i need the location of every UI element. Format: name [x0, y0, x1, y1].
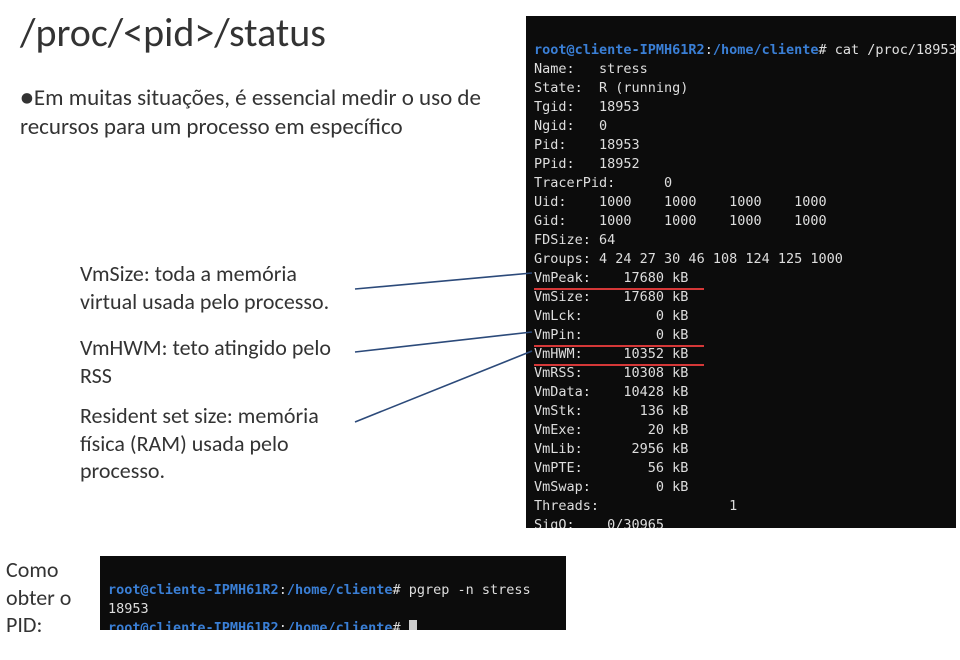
- term1-line: Ngid: 0: [534, 117, 948, 136]
- term1-line: VmSize: 17680 kB: [534, 288, 948, 307]
- term1-line: Name: stress: [534, 60, 948, 79]
- redline-vmrss: [534, 364, 704, 366]
- rss-label: Resident set size: memória física (RAM) …: [80, 402, 360, 485]
- term1-line: PPid: 18952: [534, 155, 948, 174]
- term1-line: Threads: 1: [534, 497, 948, 516]
- term1-line: VmStk: 136 kB: [534, 402, 948, 421]
- term2-line3: root@cliente-IPMH61R2:/home/cliente#: [108, 620, 417, 630]
- terminal-pgrep: root@cliente-IPMH61R2:/home/cliente# pgr…: [100, 556, 566, 630]
- term2-line1: root@cliente-IPMH61R2:/home/cliente# pgr…: [108, 582, 531, 598]
- redline-vmhwm: [534, 345, 704, 347]
- terminal-status: root@cliente-IPMH61R2:/home/cliente# cat…: [526, 16, 956, 528]
- term1-line: VmHWM: 10352 kB: [534, 345, 948, 364]
- term1-line: Tgid: 18953: [534, 98, 948, 117]
- intro-text: ●Em muitas situações, é essencial medir …: [20, 84, 500, 142]
- term1-line: VmPin: 0 kB: [534, 326, 948, 345]
- term1-line: VmExe: 20 kB: [534, 421, 948, 440]
- vmsize-label: VmSize: toda a memória virtual usada pel…: [80, 260, 340, 315]
- como-label: Como obter o PID:: [6, 556, 96, 639]
- term1-line: VmData: 10428 kB: [534, 383, 948, 402]
- cursor-icon: [409, 620, 417, 630]
- term1-line: VmPTE: 56 kB: [534, 459, 948, 478]
- term1-line: Groups: 4 24 27 30 46 108 124 125 1000: [534, 250, 948, 269]
- term1-line: VmSwap: 0 kB: [534, 478, 948, 497]
- term1-line: SigQ: 0/30965: [534, 516, 948, 528]
- term2-result: 18953: [108, 601, 149, 617]
- term1-line: FDSize: 64: [534, 231, 948, 250]
- term1-line: State: R (running): [534, 79, 948, 98]
- term1-line: Gid: 1000 1000 1000 1000: [534, 212, 948, 231]
- term1-line: Uid: 1000 1000 1000 1000: [534, 193, 948, 212]
- term1-line: VmLib: 2956 kB: [534, 440, 948, 459]
- term1-prompt: root@cliente-IPMH61R2:/home/cliente# cat…: [534, 42, 956, 58]
- term1-line: VmPeak: 17680 kB: [534, 269, 948, 288]
- term1-line: VmLck: 0 kB: [534, 307, 948, 326]
- redline-vmsize: [534, 288, 704, 290]
- term1-line: VmRSS: 10308 kB: [534, 364, 948, 383]
- page-title: /proc/<pid>/status: [20, 8, 326, 57]
- term1-line: TracerPid: 0: [534, 174, 948, 193]
- term1-line: Pid: 18953: [534, 136, 948, 155]
- vmhwm-label: VmHWM: teto atingido pelo RSS: [80, 334, 360, 389]
